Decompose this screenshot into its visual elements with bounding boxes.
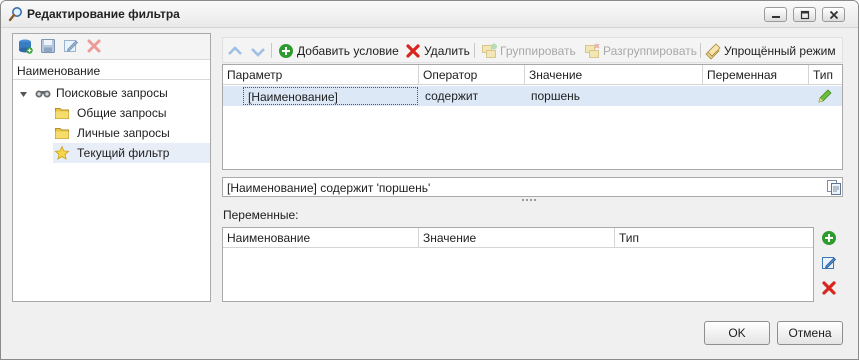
conditions-grid: Параметр Оператор Значение Переменная Ти… xyxy=(222,64,843,170)
maximize-button[interactable] xyxy=(793,7,816,22)
variables-header: Наименование Значение Тип xyxy=(223,228,813,248)
group-button[interactable]: Группировать xyxy=(481,42,579,60)
close-icon xyxy=(829,10,839,20)
maximize-icon xyxy=(800,10,810,20)
column-header-parameter[interactable]: Параметр xyxy=(223,65,419,85)
pencil-icon xyxy=(818,89,832,103)
save-icon[interactable] xyxy=(40,38,56,54)
delete-variable-button[interactable] xyxy=(821,280,837,296)
delete-icon xyxy=(822,281,836,295)
tree-item-personal-queries[interactable]: Личные запросы xyxy=(13,123,210,143)
chevron-up-icon xyxy=(228,46,242,55)
simple-mode-label: Упрощённый режим xyxy=(724,44,836,58)
ungroup-icon xyxy=(585,43,600,58)
minimize-button[interactable] xyxy=(764,7,787,22)
tree-toolbar xyxy=(13,34,210,59)
add-variable-button[interactable] xyxy=(821,230,837,246)
magnifier-icon xyxy=(8,6,24,22)
close-button[interactable] xyxy=(822,7,845,22)
add-condition-button[interactable]: Добавить условие xyxy=(278,42,400,60)
add-circle-icon xyxy=(279,44,293,58)
splitter-grip[interactable] xyxy=(522,199,542,203)
move-up-button[interactable] xyxy=(227,42,243,60)
tree-item-common-queries[interactable]: Общие запросы xyxy=(13,103,210,123)
chevron-down-icon xyxy=(251,48,265,57)
simple-mode-button[interactable]: Упрощённый режим xyxy=(705,42,841,60)
tree-expand-icon[interactable] xyxy=(19,88,28,102)
add-condition-label: Добавить условие xyxy=(297,44,399,58)
tree-item-label: Личные запросы xyxy=(77,126,170,140)
add-circle-icon xyxy=(822,231,836,245)
edit-icon xyxy=(822,257,837,269)
tree-column-header: Наименование xyxy=(13,59,210,80)
star-icon xyxy=(54,145,70,164)
expression-field[interactable]: [Наименование] содержит 'поршень' xyxy=(222,177,843,197)
ungroup-label: Разгруппировать xyxy=(603,44,698,58)
variables-grid: Наименование Значение Тип xyxy=(222,227,814,302)
filter-edit-dialog: Редактирование фильтра Наименование Поис… xyxy=(0,0,859,360)
tree-item-label: Поисковые запросы xyxy=(56,86,168,100)
ungroup-button[interactable]: Разгруппировать xyxy=(584,42,697,60)
simple-mode-icon xyxy=(705,43,721,60)
column-header-value[interactable]: Значение xyxy=(419,228,615,248)
binoculars-icon xyxy=(34,85,52,104)
tree-item-search-queries[interactable]: Поисковые запросы xyxy=(13,83,210,103)
cancel-button[interactable]: Отмена xyxy=(777,321,843,345)
edit-icon[interactable] xyxy=(63,38,79,54)
column-header-value[interactable]: Значение xyxy=(525,65,703,85)
parameter-cell[interactable]: [Наименование] xyxy=(243,87,418,105)
toolbar-separator xyxy=(271,43,272,58)
group-label: Группировать xyxy=(500,44,576,58)
folder-icon xyxy=(54,105,70,124)
column-header-type[interactable]: Тип xyxy=(809,65,842,85)
column-header-type[interactable]: Тип xyxy=(615,228,813,248)
toolbar-separator xyxy=(700,43,701,58)
expression-text: [Наименование] содержит 'поршень' xyxy=(227,181,431,195)
column-header-variable[interactable]: Переменная xyxy=(703,65,809,85)
delete-icon xyxy=(406,44,420,58)
column-header-name[interactable]: Наименование xyxy=(223,228,419,248)
column-header-operator[interactable]: Оператор xyxy=(419,65,525,85)
toolbar-separator xyxy=(474,43,475,58)
move-down-button[interactable] xyxy=(250,42,266,60)
group-icon xyxy=(482,43,497,58)
type-cell[interactable] xyxy=(817,86,839,106)
edit-variable-button[interactable] xyxy=(821,255,837,271)
operator-cell[interactable]: содержит xyxy=(421,86,525,106)
delete-condition-label: Удалить xyxy=(424,44,470,58)
tree-item-label: Общие запросы xyxy=(77,106,167,120)
folder-icon xyxy=(54,125,70,144)
tree-item-label: Текущий фильтр xyxy=(77,146,170,160)
variables-label: Переменные: xyxy=(223,208,299,222)
ok-button[interactable]: OK xyxy=(704,321,770,345)
title-bar: Редактирование фильтра xyxy=(1,1,858,28)
window-title: Редактирование фильтра xyxy=(27,7,180,21)
conditions-toolbar: Добавить условие Удалить Группировать Ра… xyxy=(222,37,843,63)
table-row[interactable]: [Наименование] содержит поршень xyxy=(223,86,842,106)
minimize-icon xyxy=(772,16,780,18)
value-cell[interactable]: поршень xyxy=(527,86,703,106)
query-tree-panel: Наименование Поисковые запросы Общие зап… xyxy=(12,33,211,302)
delete-condition-button[interactable]: Удалить xyxy=(405,42,471,60)
delete-icon[interactable] xyxy=(86,38,102,54)
add-query-icon[interactable] xyxy=(17,38,33,54)
conditions-header: Параметр Оператор Значение Переменная Ти… xyxy=(223,65,842,85)
tree-item-current-filter[interactable]: Текущий фильтр xyxy=(53,143,210,163)
variable-cell[interactable] xyxy=(705,86,809,106)
copy-icon[interactable] xyxy=(826,179,842,198)
